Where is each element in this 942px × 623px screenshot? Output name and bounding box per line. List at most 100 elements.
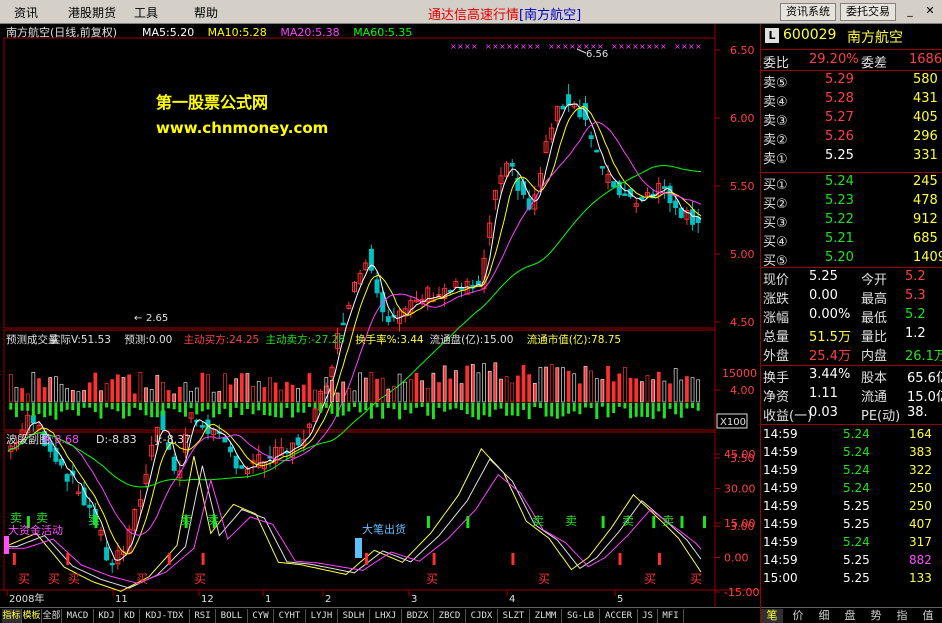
candle-body	[87, 504, 93, 508]
signal-x-mark: ×	[527, 42, 534, 51]
volume-bar-down	[353, 403, 356, 407]
tab-cyht[interactable]: CYHT	[274, 609, 306, 623]
sell-level-price: 5.27	[825, 110, 854, 125]
divider	[761, 70, 942, 71]
kline-chart[interactable]: 南方航空(日线,前复权) MA5:5.20 MA10:5.28 MA20:5.38 MA…	[0, 24, 760, 607]
volume-bar-down	[127, 403, 131, 417]
quote-tab-3[interactable]: 盘	[839, 609, 861, 623]
tab-lyjh[interactable]: LYJH	[306, 609, 338, 623]
tab-指标[interactable]: 指标	[2, 609, 22, 623]
volume-bar-down	[31, 403, 35, 417]
volume-bar-up	[454, 370, 458, 403]
volume-bar-down	[414, 403, 418, 408]
minimize-icon[interactable]: _	[902, 4, 918, 19]
volume-bar-down	[392, 403, 396, 410]
menu-tools[interactable]: 工具	[134, 4, 158, 21]
volume-bar-down	[291, 403, 295, 418]
volume-bar-down	[381, 403, 385, 419]
tab-模板[interactable]: 模板	[22, 609, 42, 623]
tab-bdzx[interactable]: BDZX	[402, 609, 434, 623]
buy-level-label: 买④	[763, 235, 788, 250]
volume-bar-down	[336, 403, 340, 417]
volume-bar-down	[606, 403, 610, 418]
ma-legend-0: MA5:5.20	[142, 26, 194, 39]
candle-body	[594, 149, 600, 153]
quote-tab-2[interactable]: 细	[813, 609, 835, 623]
tick-volume: 133	[909, 571, 932, 585]
volume-bar-down	[206, 403, 210, 410]
volume-bar-down	[691, 403, 695, 409]
volume-bar-up	[121, 377, 126, 403]
tick-time: 14:59	[763, 499, 798, 513]
volume-bar-up	[234, 378, 239, 403]
quote-tab-0[interactable]: 笔	[761, 609, 783, 623]
date-label: 2008年	[9, 592, 44, 605]
tab-zlmm[interactable]: ZLMM	[530, 609, 562, 623]
tab-sdlh[interactable]: SDLH	[338, 609, 370, 623]
tab-macd[interactable]: MACD	[62, 609, 94, 623]
signal-x-mark: ×	[695, 42, 702, 51]
menu-help[interactable]: 帮助	[194, 4, 218, 21]
volume-bar-down	[629, 403, 633, 419]
volume-bar-up	[583, 366, 588, 403]
tab-mfi[interactable]: MFI	[658, 609, 684, 623]
stat-label: 今开	[861, 273, 888, 288]
volume-bar-down	[122, 403, 125, 419]
candle-body	[228, 446, 234, 453]
quote-tab-1[interactable]: 价	[787, 609, 809, 623]
volume-bar-down	[54, 403, 58, 420]
close-icon[interactable]: ✕	[922, 4, 938, 19]
tab-boll[interactable]: BOLL	[216, 609, 248, 623]
sell-level-label: 卖③	[763, 114, 788, 129]
menu-news[interactable]: 资讯	[14, 4, 38, 21]
volume-bar-up	[437, 382, 441, 403]
stat-value: 0.00%	[809, 307, 851, 322]
sell-label: 卖	[532, 514, 544, 528]
tab-cjdx[interactable]: CJDX	[466, 609, 498, 623]
volume-bar-down	[572, 403, 576, 412]
price-tick-label: 6.00	[730, 112, 755, 125]
candle-body	[374, 279, 380, 294]
menu-hk-futures[interactable]: 港股期货	[68, 4, 116, 21]
big-fund-marker	[4, 536, 9, 554]
volume-bar-down	[493, 403, 497, 410]
volume-bar-up	[656, 371, 661, 403]
buy-level-price: 5.21	[825, 231, 854, 246]
tab-kdj-tdx[interactable]: KDJ-TDX	[140, 609, 190, 623]
tab-js[interactable]: JS	[638, 609, 658, 623]
tab-slzt[interactable]: SLZT	[498, 609, 530, 623]
tab-kd[interactable]: KD	[120, 609, 140, 623]
tab-kdj[interactable]: KDJ	[94, 609, 120, 623]
tick-price: 5.25	[843, 571, 870, 585]
tab-accer[interactable]: ACCER	[600, 609, 638, 623]
quote-tab-5[interactable]: 指	[891, 609, 913, 623]
info-value: 3.44%	[809, 367, 851, 382]
quote-tab-6[interactable]: 值	[917, 609, 939, 623]
candle-body	[661, 186, 667, 190]
volume-bar-down	[420, 403, 424, 407]
tab-lhxj[interactable]: LHXJ	[370, 609, 402, 623]
watermark-line1: 第一股票公式网	[156, 93, 268, 112]
buy-marker	[432, 552, 436, 565]
tab-sg-lb[interactable]: SG-LB	[562, 609, 600, 623]
news-system-button[interactable]: 资讯系统	[780, 3, 836, 21]
menu-bar: 资讯 港股期货 工具 帮助 通达信高速行情[南方航空] 资讯系统 委托交易 _ …	[0, 0, 942, 24]
tab-rsi[interactable]: RSI	[190, 609, 216, 623]
volume-bar-down	[178, 403, 182, 413]
quote-tab-4[interactable]: 势	[865, 609, 887, 623]
volume-bar-up	[532, 382, 537, 403]
big-order-label: 大笔出货	[362, 522, 406, 536]
volume-bar-up	[639, 381, 644, 403]
volume-bar-down	[662, 403, 666, 419]
volume-bar-down	[20, 403, 24, 411]
volume-bar-up	[307, 373, 312, 403]
tab-cyw[interactable]: CYW	[248, 609, 274, 623]
tab-全部[interactable]: 全部	[42, 609, 62, 623]
volume-bar-up	[363, 377, 368, 403]
tab-zbcd[interactable]: ZBCD	[434, 609, 466, 623]
buy-marker	[364, 552, 368, 565]
tick-volume: 317	[909, 535, 932, 549]
volume-bar-up	[228, 384, 233, 403]
info-value: 15.0亿	[907, 390, 942, 405]
trade-order-button[interactable]: 委托交易	[840, 3, 896, 21]
